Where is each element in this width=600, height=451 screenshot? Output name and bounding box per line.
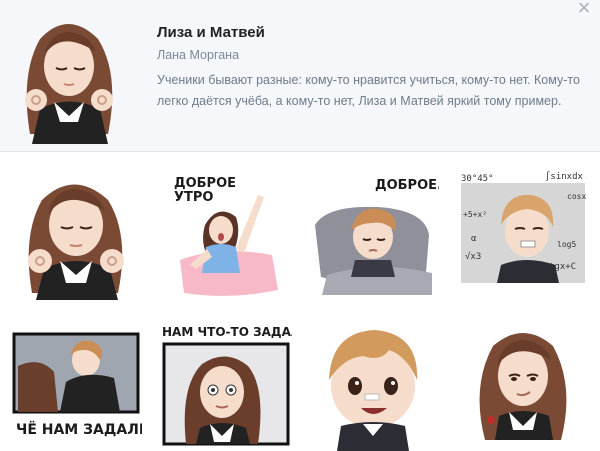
sticker-caption-line2: УТРО (174, 190, 213, 205)
sticker-good-morning[interactable]: ДОБРОЕ УТРО (160, 165, 292, 300)
girl-ok-gesture-icon (28, 184, 124, 300)
sticker-caption: НАМ ЧТО-ТО ЗАДАЛИ? (162, 325, 292, 339)
sticker-girl-smirk[interactable] (457, 316, 589, 451)
boy-with-formulas-icon: 30°45° ∫sinxdx cosx +5+x² √x3 α tgx+C lo… (461, 171, 586, 283)
girl-ok-gesture-icon (25, 24, 113, 144)
close-icon[interactable]: × (572, 0, 596, 20)
svg-text:30°45°: 30°45° (461, 174, 494, 184)
sticker-homework-question[interactable]: НАМ ЧТО-ТО ЗАДАЛИ? (160, 316, 292, 451)
svg-text:∫sinxdx: ∫sinxdx (545, 171, 584, 182)
sticker-math[interactable]: 30°45° ∫sinxdx cosx +5+x² √x3 α tgx+C lo… (457, 165, 589, 300)
girl-scared-icon: НАМ ЧТО-ТО ЗАДАЛИ? (162, 325, 292, 446)
svg-text:cosx: cosx (567, 192, 586, 201)
svg-text:α: α (471, 234, 477, 244)
pack-title: Лиза и Матвей (157, 24, 265, 41)
sticker-caption: ЧЁ НАМ ЗАДАЛИ? (16, 421, 142, 438)
boy-and-girl-icon: ЧЁ НАМ ЗАДАЛИ? (12, 332, 142, 438)
sticker-caption-line1: ДОБРОЕ (174, 176, 236, 191)
pack-author-link[interactable]: Лана Моргана (157, 48, 239, 62)
pack-cover-image (10, 4, 128, 144)
sticker-ok-gesture[interactable] (10, 165, 142, 300)
boy-smiling-icon (329, 330, 418, 451)
girl-waking-up-icon: ДОБРОЕ УТРО (174, 176, 278, 296)
girl-smirking-icon (479, 333, 567, 440)
sticker-good-morning-boy[interactable]: ДОБРОЕ... (307, 165, 439, 300)
sticker-pack-header: Лиза и Матвей Лана Моргана Ученики бываю… (0, 0, 600, 152)
svg-text:+5+x²: +5+x² (463, 210, 487, 219)
svg-text:√x3: √x3 (465, 251, 481, 262)
sticker-boy-smile[interactable] (307, 316, 439, 451)
sticker-what-homework[interactable]: ЧЁ НАМ ЗАДАЛИ? (10, 316, 142, 451)
sticker-caption: ДОБРОЕ... (375, 178, 439, 193)
svg-text:log5: log5 (557, 240, 576, 249)
boy-in-bed-icon: ДОБРОЕ... (315, 178, 439, 295)
pack-description: Ученики бывают разные: кому-то нравится … (157, 73, 580, 108)
